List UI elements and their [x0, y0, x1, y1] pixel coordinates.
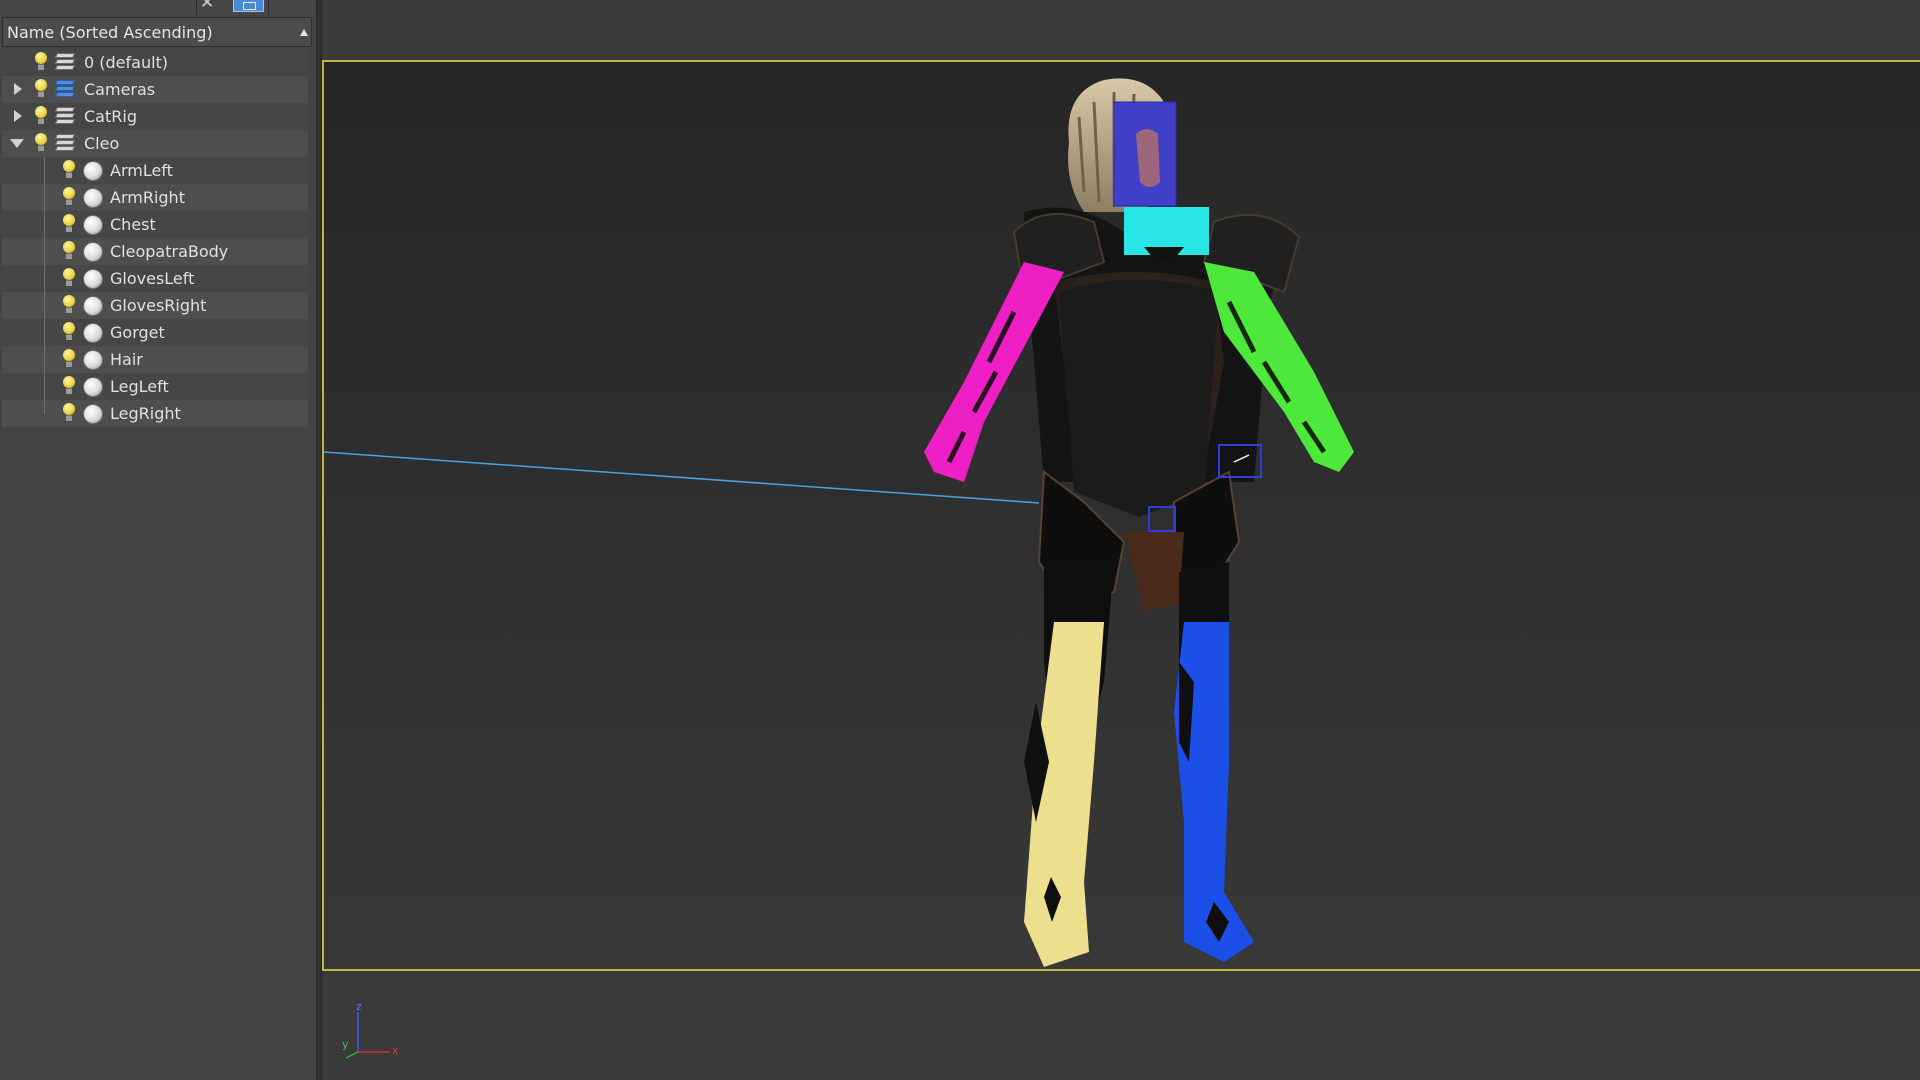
layer-stack-icon	[54, 107, 76, 125]
name-column-header[interactable]: Name (Sorted Ascending)	[2, 17, 312, 47]
viewport-safe-frame[interactable]	[322, 60, 1920, 971]
object-row[interactable]: Gorget	[2, 319, 308, 346]
tree-item-label: Chest	[110, 215, 156, 234]
sphere-object-icon	[83, 188, 103, 208]
sphere-object-icon	[83, 269, 103, 289]
visibility-bulb-icon[interactable]	[62, 349, 76, 369]
sphere-object-icon	[83, 215, 103, 235]
expand-arrow-icon[interactable]	[14, 110, 22, 122]
axis-y-label: y	[342, 1038, 349, 1051]
visibility-bulb-icon[interactable]	[34, 133, 48, 153]
layer-stack-icon	[54, 134, 76, 152]
layer-row[interactable]: Cleo	[2, 130, 308, 157]
axis-tripod-lines	[345, 1012, 390, 1059]
visibility-bulb-icon[interactable]	[34, 79, 48, 99]
tree-item-label: Gorget	[110, 323, 165, 342]
sphere-object-icon	[83, 296, 103, 316]
layer-stack-icon	[54, 53, 76, 71]
object-row[interactable]: GlovesRight	[2, 292, 308, 319]
sphere-object-icon	[83, 350, 103, 370]
tree-item-label: ArmRight	[110, 188, 185, 207]
object-row[interactable]: CleopatraBody	[2, 238, 308, 265]
axis-x-label: x	[392, 1044, 399, 1057]
visibility-bulb-icon[interactable]	[62, 295, 76, 315]
sphere-object-icon	[83, 323, 103, 343]
tree-item-label: 0 (default)	[84, 53, 169, 72]
sphere-object-icon	[83, 377, 103, 397]
hierarchy-line	[44, 157, 45, 414]
visibility-bulb-icon[interactable]	[62, 187, 76, 207]
tree-item-label: LegLeft	[110, 377, 169, 396]
layer-row[interactable]: 0 (default)	[2, 49, 308, 76]
expand-arrow-icon[interactable]	[14, 83, 22, 95]
sort-ascending-icon	[300, 29, 308, 36]
sphere-object-icon	[83, 404, 103, 424]
visibility-bulb-icon[interactable]	[62, 268, 76, 288]
toolbar-separator	[196, 0, 197, 15]
visibility-bulb-icon[interactable]	[34, 52, 48, 72]
tree-item-label: LegRight	[110, 404, 181, 423]
tree-item-label: Hair	[110, 350, 143, 369]
collapse-arrow-icon[interactable]	[10, 139, 24, 148]
object-row[interactable]: LegRight	[2, 400, 308, 427]
scene-tree: 0 (default) Cameras CatRig Cleo ArmLeft ArmRi…	[2, 49, 308, 427]
object-row[interactable]: GlovesLeft	[2, 265, 308, 292]
axis-tripod: z y x	[338, 1000, 408, 1070]
visibility-bulb-icon[interactable]	[62, 403, 76, 423]
tree-item-label: Cleo	[84, 134, 120, 153]
layer-row[interactable]: Cameras	[2, 76, 308, 103]
close-icon[interactable]: ✕	[200, 0, 214, 12]
tree-item-label: Cameras	[84, 80, 156, 99]
column-header-label: Name (Sorted Ascending)	[7, 23, 213, 42]
sphere-object-icon	[83, 242, 103, 262]
toolbar-separator	[268, 0, 269, 15]
explorer-toolbar: ✕	[0, 0, 320, 15]
object-row[interactable]: Hair	[2, 346, 308, 373]
character-model-scene	[324, 62, 1920, 969]
sphere-object-icon	[83, 161, 103, 181]
object-row[interactable]: Chest	[2, 211, 308, 238]
object-row[interactable]: ArmLeft	[2, 157, 308, 184]
object-row[interactable]: LegLeft	[2, 373, 308, 400]
visibility-bulb-icon[interactable]	[62, 322, 76, 342]
object-row[interactable]: ArmRight	[2, 184, 308, 211]
tree-item-label: GlovesLeft	[110, 269, 195, 288]
tree-item-label: CatRig	[84, 107, 137, 126]
visibility-bulb-icon[interactable]	[62, 160, 76, 180]
axis-z-label: z	[356, 1000, 362, 1013]
corset	[1059, 279, 1219, 517]
visibility-bulb-icon[interactable]	[62, 214, 76, 234]
tree-item-label: ArmLeft	[110, 161, 173, 180]
layer-row[interactable]: CatRig	[2, 103, 308, 130]
tree-item-label: CleopatraBody	[110, 242, 229, 261]
display-toggle-button[interactable]	[233, 0, 264, 12]
visibility-bulb-icon[interactable]	[34, 106, 48, 126]
scene-explorer-panel: ✕ Name (Sorted Ascending) 0 (default) Cam…	[0, 0, 320, 1080]
visibility-bulb-icon[interactable]	[62, 241, 76, 261]
visibility-bulb-icon[interactable]	[62, 376, 76, 396]
tree-item-label: GlovesRight	[110, 296, 207, 315]
layer-stack-icon	[54, 80, 76, 98]
